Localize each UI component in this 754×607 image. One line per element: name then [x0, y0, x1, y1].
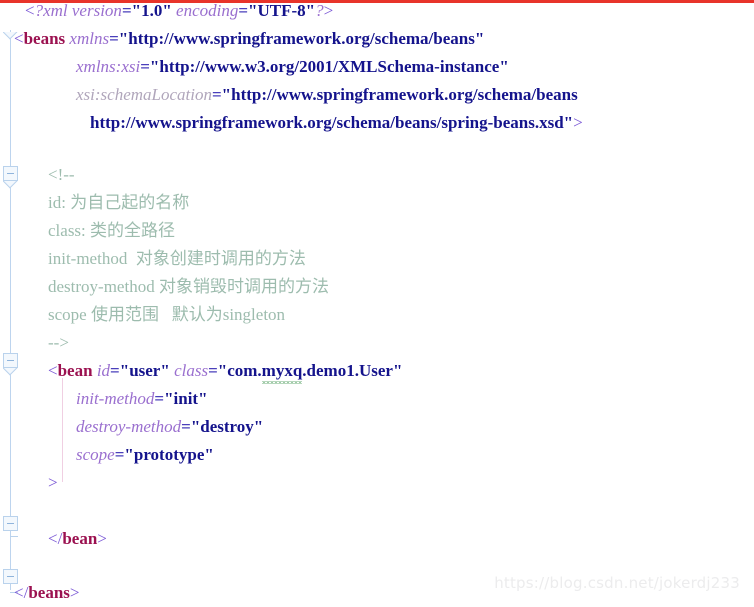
- attr-destroy-method: destroy-method: [76, 417, 182, 436]
- angle-bracket-open-slash: </: [48, 529, 63, 548]
- angle-bracket-close: >: [573, 113, 583, 132]
- attr-encoding: encoding: [176, 1, 239, 20]
- code-line-scope: scope="prototype": [76, 441, 214, 469]
- quote-1: ": [131, 1, 142, 20]
- code-line-schema-location-continued: http://www.springframework.org/schema/be…: [90, 109, 583, 137]
- value-class-suffix: .demo1.User: [302, 361, 393, 380]
- angle-bracket-close: >: [97, 529, 107, 548]
- value-encoding: UTF-8: [257, 1, 306, 20]
- value-id: user: [129, 361, 161, 380]
- processing-instruction-name: ?xml: [34, 1, 68, 20]
- value-schema-location-part1: http://www.springframework.org/schema/be…: [231, 85, 578, 104]
- equals: =: [211, 85, 222, 104]
- code-line-schema-location: xsi:schemaLocation="http://www.springfra…: [76, 81, 578, 109]
- quote-close: ": [253, 417, 264, 436]
- attr-init-method: init-method: [76, 389, 155, 408]
- equals: =: [114, 445, 125, 464]
- attr-xmlns-xsi: xmlns:xsi: [76, 57, 141, 76]
- value-version: 1.0: [141, 1, 163, 20]
- angle-bracket-open: <: [25, 1, 35, 20]
- quote-4: ": [392, 361, 403, 380]
- code-line-beans-open: <beans xmlns="http://www.springframework…: [14, 25, 484, 53]
- code-line-comment-destroy: destroy-method 对象销毁时调用的方法: [48, 277, 329, 296]
- attr-schema-location: xsi:schemaLocation: [76, 85, 212, 104]
- code-line-beans-close: </beans>: [14, 579, 79, 607]
- equals-2: =: [208, 361, 218, 380]
- quote-open: ": [164, 389, 174, 408]
- code-content[interactable]: <?xml version="1.0" encoding="UTF-8"?> <…: [0, 0, 754, 602]
- tag-name-bean: bean: [62, 529, 98, 548]
- value-init-method: init: [173, 389, 199, 408]
- equals: =: [181, 417, 191, 436]
- attr-id: id: [96, 361, 111, 380]
- equals-1: =: [110, 361, 120, 380]
- quote-1: ": [119, 361, 130, 380]
- quote-open: ": [118, 29, 129, 48]
- angle-bracket-close: >: [323, 1, 334, 20]
- quote-3: ": [217, 361, 228, 380]
- code-line-comment-scope: scope 使用范围 默认为singleton: [48, 305, 286, 324]
- angle-bracket-close: >: [69, 583, 80, 602]
- quote-2: ": [160, 361, 170, 380]
- quote-2: ": [162, 1, 172, 20]
- xml-code-editor: <?xml version="1.0" encoding="UTF-8"?> <…: [0, 0, 754, 602]
- quote-open: ": [221, 85, 232, 104]
- code-line-init-method: init-method="init": [76, 385, 208, 413]
- quote-open: ": [149, 57, 160, 76]
- code-line-comment-open: <!--: [48, 165, 75, 184]
- value-destroy-method: destroy: [200, 417, 254, 436]
- tag-name-beans: beans: [23, 29, 66, 48]
- value-xmlns: http://www.springframework.org/schema/be…: [128, 29, 475, 48]
- value-xsi: http://www.w3.org/2001/XMLSchema-instanc…: [159, 57, 500, 76]
- quote-4: ": [305, 1, 316, 20]
- code-line-bean-open: <bean id="user" class="com.myxq.demo1.Us…: [48, 357, 402, 385]
- code-line-comment-class: class: 类的全路径: [48, 221, 176, 240]
- code-line-bean-close: </bean>: [48, 525, 107, 553]
- quote-close: ": [204, 445, 214, 464]
- equals-2: =: [238, 1, 249, 20]
- equals: =: [154, 389, 165, 408]
- equals-1: =: [121, 1, 132, 20]
- code-line-bean-tag-close-bracket: >: [48, 469, 58, 497]
- attr-version: version: [71, 1, 122, 20]
- quote-close: ": [563, 113, 574, 132]
- pi-close-mark: ?: [315, 1, 324, 20]
- angle-bracket-open: <: [14, 29, 24, 48]
- tag-name-beans: beans: [28, 583, 70, 602]
- quote-open: ": [124, 445, 134, 464]
- quote-close: ": [499, 57, 509, 76]
- quote-open: ": [190, 417, 201, 436]
- code-line-comment-close: -->: [48, 333, 69, 352]
- quote-close: ": [474, 29, 485, 48]
- quote-3: ": [248, 1, 258, 20]
- angle-bracket-close: >: [48, 473, 58, 492]
- attr-xmlns: xmlns: [69, 29, 110, 48]
- code-line-comment-init: init-method 对象创建时调用的方法: [48, 249, 306, 268]
- attr-scope: scope: [76, 445, 115, 464]
- code-line-xmlns-xsi: xmlns:xsi="http://www.w3.org/2001/XMLSch…: [76, 53, 509, 81]
- angle-bracket-open-slash: </: [14, 583, 29, 602]
- angle-bracket-open: <: [48, 361, 58, 380]
- watermark: https://blog.csdn.net/jokerdj233: [494, 574, 740, 592]
- code-line-xml-declaration: <?xml version="1.0" encoding="UTF-8"?>: [25, 0, 333, 25]
- quote-close: ": [198, 389, 208, 408]
- value-class-misspelled-segment: myxq: [261, 357, 302, 385]
- attr-class: class: [174, 361, 209, 380]
- value-scope: prototype: [133, 445, 205, 464]
- code-line-destroy-method: destroy-method="destroy": [76, 413, 263, 441]
- code-line-comment-id: id: 为自己起的名称: [48, 193, 190, 212]
- equals: =: [109, 29, 119, 48]
- value-class-prefix: com.: [227, 361, 262, 380]
- value-schema-location-part2: http://www.springframework.org/schema/be…: [90, 113, 564, 132]
- tag-name-bean: bean: [57, 361, 93, 380]
- equals: =: [140, 57, 150, 76]
